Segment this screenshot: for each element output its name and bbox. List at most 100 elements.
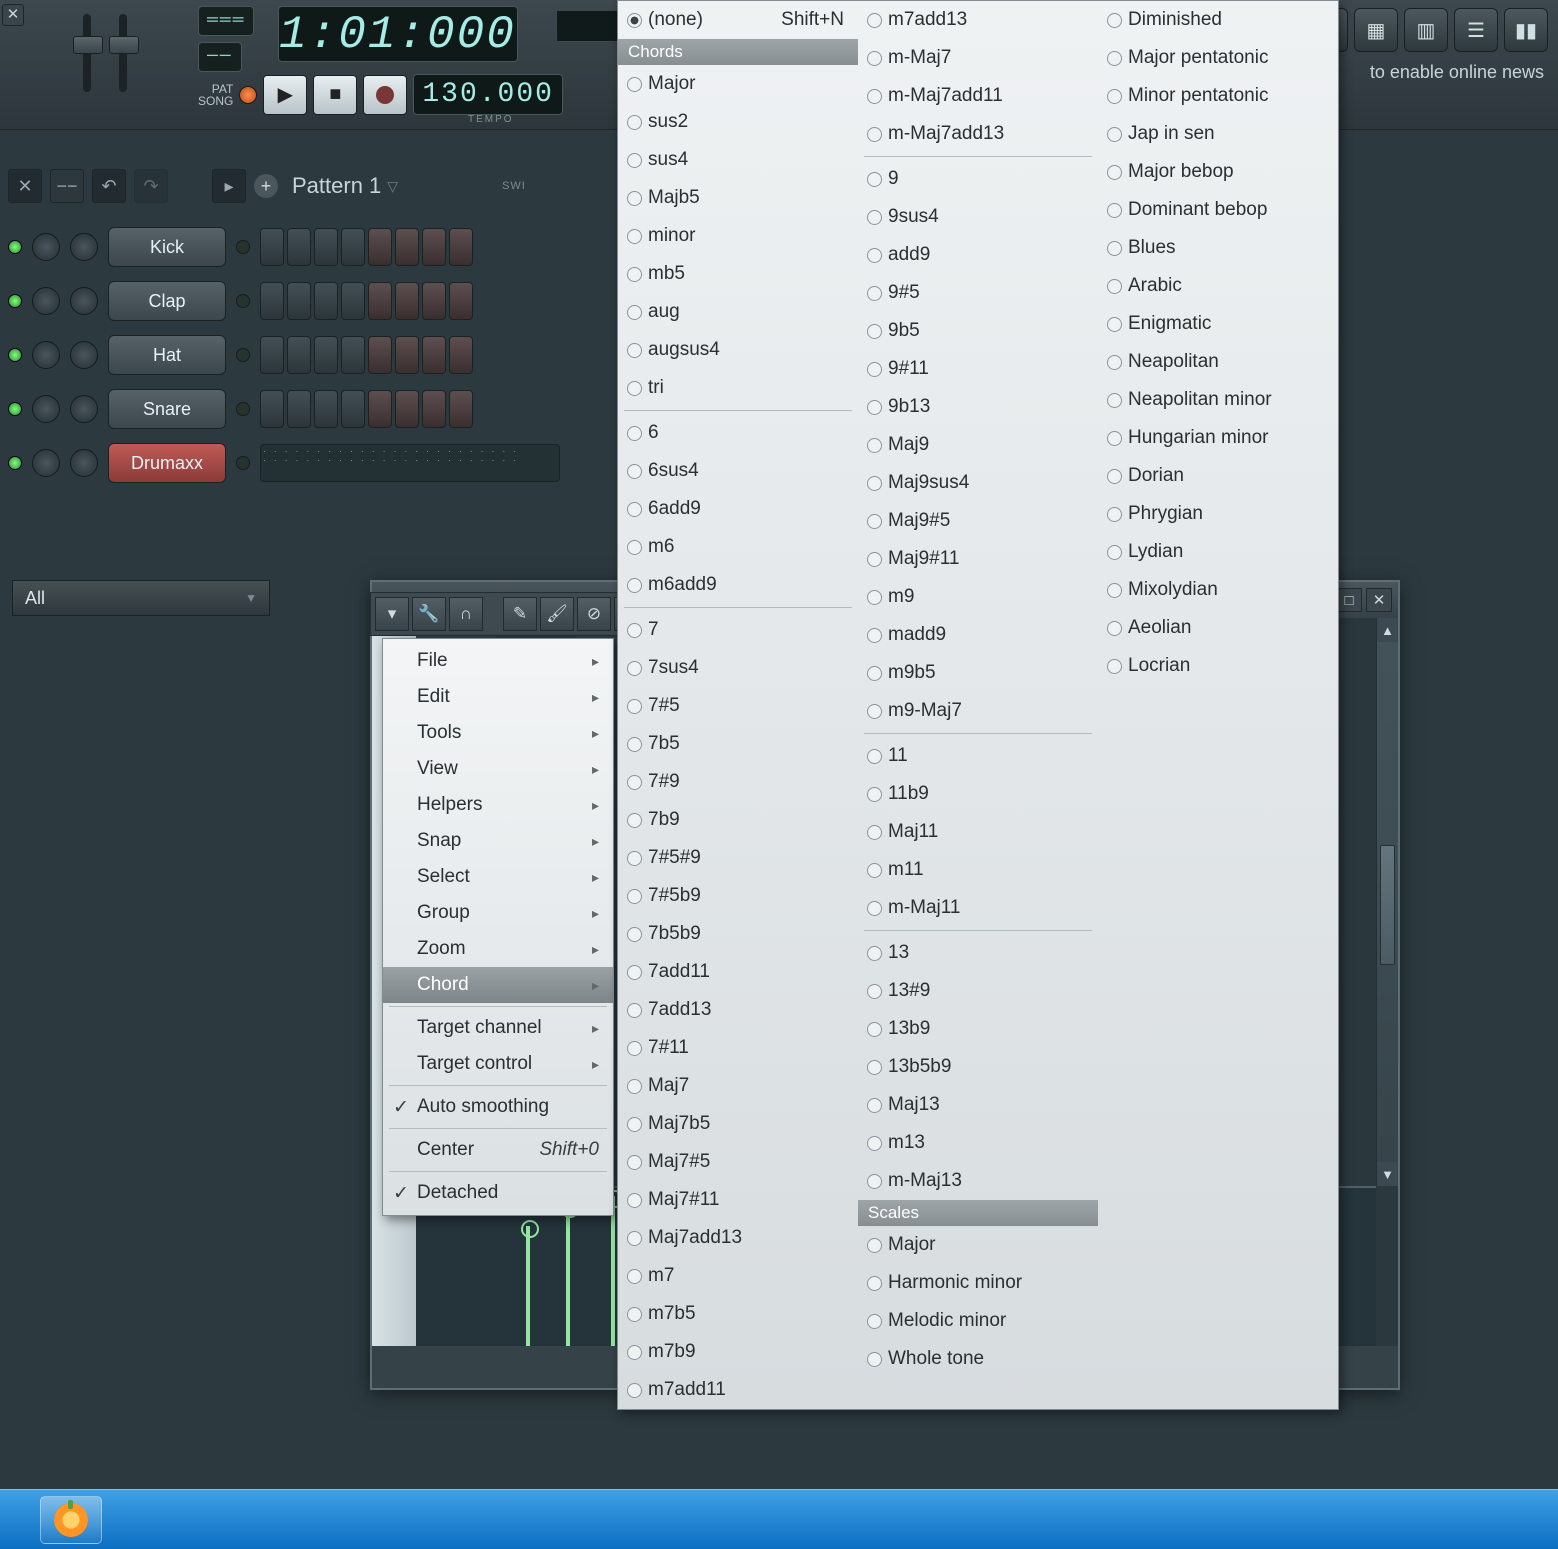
menu-item-select[interactable]: Select▸ bbox=[383, 859, 613, 895]
chord-option-7sus4[interactable]: 7sus4 bbox=[618, 649, 858, 687]
chord-option-diminished[interactable]: Diminished bbox=[1098, 1, 1338, 39]
menu-arrow-icon[interactable]: ▾ bbox=[375, 597, 409, 631]
chord-option-maj13[interactable]: Maj13 bbox=[858, 1086, 1098, 1124]
step-button[interactable] bbox=[449, 282, 473, 320]
close-icon-2[interactable]: ✕ bbox=[8, 169, 42, 203]
step-button[interactable] bbox=[422, 228, 446, 266]
chord-option-7-5-9[interactable]: 7#5#9 bbox=[618, 839, 858, 877]
step-button[interactable] bbox=[260, 228, 284, 266]
channel-vol-knob[interactable] bbox=[70, 233, 98, 261]
channel-pan-knob[interactable] bbox=[32, 287, 60, 315]
chord-option-m9[interactable]: m9 bbox=[858, 578, 1098, 616]
view-browser-button[interactable]: ☰ bbox=[1454, 8, 1498, 52]
channel-select-led[interactable] bbox=[236, 348, 250, 362]
chord-option-m7add11[interactable]: m7add11 bbox=[618, 1371, 858, 1409]
pr-close-button[interactable]: ✕ bbox=[1366, 588, 1392, 612]
chord-option-m6[interactable]: m6 bbox=[618, 528, 858, 566]
menu-item-view[interactable]: View▸ bbox=[383, 751, 613, 787]
chord-option-aug[interactable]: aug bbox=[618, 293, 858, 331]
velocity-bar[interactable] bbox=[526, 1226, 530, 1346]
channel-pan-knob[interactable] bbox=[32, 341, 60, 369]
step-button[interactable] bbox=[422, 336, 446, 374]
channel-pan-knob[interactable] bbox=[32, 233, 60, 261]
channel-button[interactable]: Snare bbox=[108, 389, 226, 429]
chord-option-major-bebop[interactable]: Major bebop bbox=[1098, 153, 1338, 191]
menu-item-zoom[interactable]: Zoom▸ bbox=[383, 931, 613, 967]
menu-item-snap[interactable]: Snap▸ bbox=[383, 823, 613, 859]
chord-option-maj9-5[interactable]: Maj9#5 bbox=[858, 502, 1098, 540]
step-button[interactable] bbox=[341, 282, 365, 320]
chord-option-mixolydian[interactable]: Mixolydian bbox=[1098, 571, 1338, 609]
channel-pan-knob[interactable] bbox=[32, 449, 60, 477]
chord-option-neapolitan[interactable]: Neapolitan bbox=[1098, 343, 1338, 381]
step-button[interactable] bbox=[368, 336, 392, 374]
step-button[interactable] bbox=[314, 390, 338, 428]
chord-option-m7add13[interactable]: m7add13 bbox=[858, 1, 1098, 39]
channel-button[interactable]: Kick bbox=[108, 227, 226, 267]
menu-item-tools[interactable]: Tools▸ bbox=[383, 715, 613, 751]
menu-item-target-channel[interactable]: Target channel▸ bbox=[383, 1010, 613, 1046]
step-button[interactable] bbox=[422, 390, 446, 428]
brush-icon[interactable]: 🖌 bbox=[540, 597, 574, 631]
menu-item-helpers[interactable]: Helpers▸ bbox=[383, 787, 613, 823]
step-button[interactable] bbox=[287, 282, 311, 320]
velocity-bar[interactable] bbox=[611, 1196, 615, 1346]
channel-vol-knob[interactable] bbox=[70, 449, 98, 477]
menu-item-group[interactable]: Group▸ bbox=[383, 895, 613, 931]
chord-option-m-maj7add13[interactable]: m-Maj7add13 bbox=[858, 115, 1098, 153]
channel-select-led[interactable] bbox=[236, 294, 250, 308]
chord-option-7-9[interactable]: 7#9 bbox=[618, 763, 858, 801]
chord-option-9-11[interactable]: 9#11 bbox=[858, 350, 1098, 388]
chord-option-7b5b9[interactable]: 7b5b9 bbox=[618, 915, 858, 953]
piano-scrollbar-v[interactable]: ▲ ▼ bbox=[1376, 618, 1398, 1186]
scroll-down-icon[interactable]: ▼ bbox=[1377, 1162, 1398, 1186]
velocity-bar[interactable] bbox=[566, 1206, 570, 1346]
channel-pan-knob[interactable] bbox=[32, 395, 60, 423]
step-button[interactable] bbox=[287, 390, 311, 428]
chord-option-9[interactable]: 9 bbox=[858, 160, 1098, 198]
chord-option-major[interactable]: Major bbox=[618, 65, 858, 103]
step-button[interactable] bbox=[395, 282, 419, 320]
channel-button[interactable]: Drumaxx bbox=[108, 443, 226, 483]
step-button[interactable] bbox=[449, 228, 473, 266]
chord-option-augsus4[interactable]: augsus4 bbox=[618, 331, 858, 369]
step-button[interactable] bbox=[449, 390, 473, 428]
chord-option-maj7b5[interactable]: Maj7b5 bbox=[618, 1105, 858, 1143]
chord-option-enigmatic[interactable]: Enigmatic bbox=[1098, 305, 1338, 343]
menu-item-edit[interactable]: Edit▸ bbox=[383, 679, 613, 715]
view-mixer-button[interactable]: ▮▮ bbox=[1504, 8, 1548, 52]
chord-option-9b5[interactable]: 9b5 bbox=[858, 312, 1098, 350]
wrench-icon[interactable]: 🔧 bbox=[412, 597, 446, 631]
menu-item-center[interactable]: CenterShift+0 bbox=[383, 1132, 613, 1168]
chord-option-6add9[interactable]: 6add9 bbox=[618, 490, 858, 528]
chord-option-9b13[interactable]: 9b13 bbox=[858, 388, 1098, 426]
chord-option-9sus4[interactable]: 9sus4 bbox=[858, 198, 1098, 236]
taskbar[interactable] bbox=[0, 1489, 1558, 1549]
chord-option--none-[interactable]: (none)Shift+N bbox=[618, 1, 858, 39]
chord-option-maj9sus4[interactable]: Maj9sus4 bbox=[858, 464, 1098, 502]
chord-option-m-maj13[interactable]: m-Maj13 bbox=[858, 1162, 1098, 1200]
step-button[interactable] bbox=[422, 282, 446, 320]
chord-option-m13[interactable]: m13 bbox=[858, 1124, 1098, 1162]
chord-option-7-11[interactable]: 7#11 bbox=[618, 1029, 858, 1067]
chord-option-6[interactable]: 6 bbox=[618, 414, 858, 452]
scroll-up-icon[interactable]: ▲ bbox=[1377, 618, 1398, 642]
chord-option-tri[interactable]: tri bbox=[618, 369, 858, 407]
chord-option-madd9[interactable]: madd9 bbox=[858, 616, 1098, 654]
collapse-icon[interactable]: −− bbox=[50, 169, 84, 203]
chord-option-7add13[interactable]: 7add13 bbox=[618, 991, 858, 1029]
chord-option-m6add9[interactable]: m6add9 bbox=[618, 566, 858, 604]
browser-filter-dropdown[interactable]: All ▼ bbox=[12, 580, 270, 616]
chord-option-m-maj11[interactable]: m-Maj11 bbox=[858, 889, 1098, 927]
menu-item-chord[interactable]: Chord▸ bbox=[383, 967, 613, 1003]
step-button[interactable] bbox=[314, 336, 338, 374]
chord-option-9-5[interactable]: 9#5 bbox=[858, 274, 1098, 312]
channel-led[interactable] bbox=[8, 456, 22, 470]
step-button[interactable] bbox=[341, 336, 365, 374]
step-button[interactable] bbox=[368, 390, 392, 428]
view-pianoroll-button[interactable]: ▥ bbox=[1404, 8, 1448, 52]
chord-option-maj11[interactable]: Maj11 bbox=[858, 813, 1098, 851]
step-button[interactable] bbox=[368, 282, 392, 320]
chord-option-neapolitan-minor[interactable]: Neapolitan minor bbox=[1098, 381, 1338, 419]
step-button[interactable] bbox=[260, 336, 284, 374]
